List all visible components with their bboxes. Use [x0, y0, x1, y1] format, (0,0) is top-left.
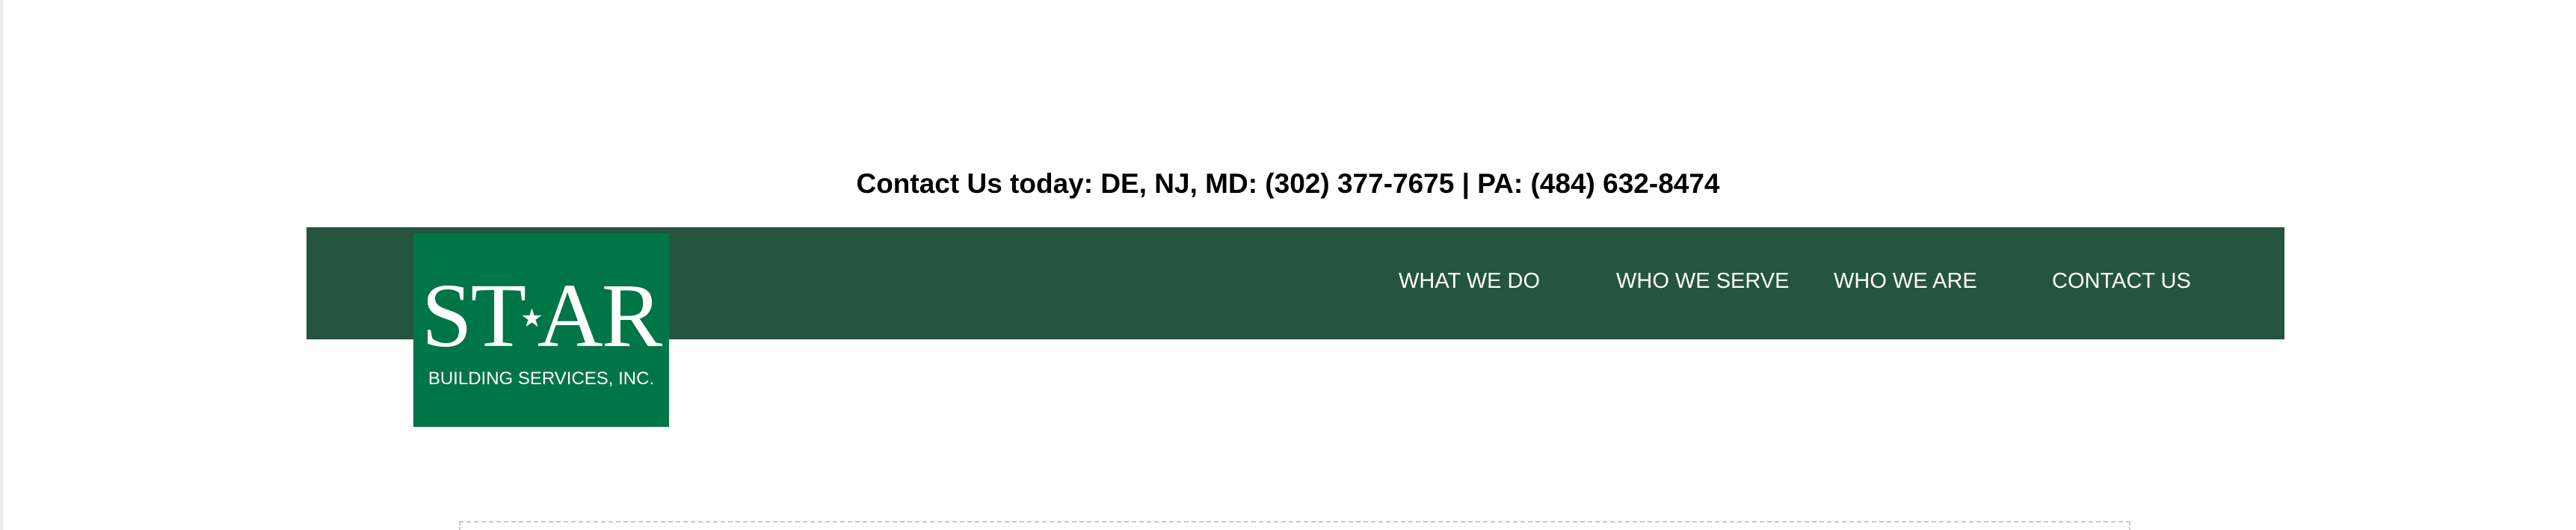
content-area-frame	[459, 521, 2130, 530]
nav-item-who-we-serve[interactable]: WHO WE SERVE	[1616, 266, 1790, 296]
star-icon: ★	[520, 304, 543, 333]
nav-item-who-we-are[interactable]: WHO WE ARE	[1834, 266, 1977, 296]
logo-wordmark: ST★AR	[422, 270, 662, 364]
contact-info-text: Contact Us today: DE, NJ, MD: (302) 377-…	[856, 168, 1720, 199]
logo-wordmark-left: ST	[421, 265, 526, 366]
page-left-edge	[0, 0, 3, 530]
company-logo[interactable]: ST★AR BUILDING SERVICES, INC.	[413, 233, 669, 427]
logo-wordmark-right: AR	[537, 265, 662, 366]
nav-item-what-we-do[interactable]: WHAT WE DO	[1399, 266, 1540, 296]
nav-item-contact-us[interactable]: CONTACT US	[2052, 266, 2191, 296]
logo-subtitle: BUILDING SERVICES, INC.	[428, 368, 655, 389]
